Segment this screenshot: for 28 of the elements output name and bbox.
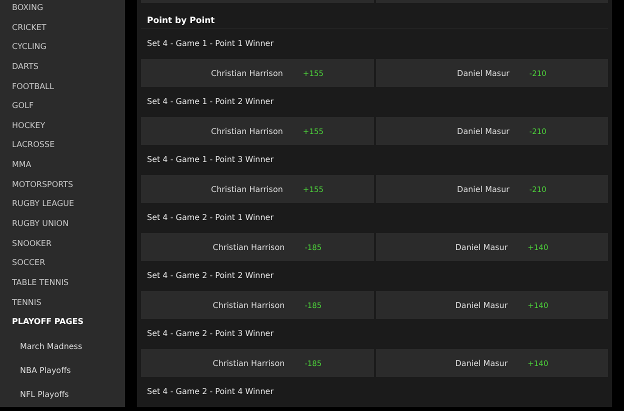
sidebar-link[interactable]: HOCKEY — [12, 118, 46, 138]
sidebar-link[interactable]: RUGBY UNION — [12, 217, 69, 237]
market-title: Set 4 - Game 2 - Point 1 Winner — [146, 212, 275, 224]
sidebar-link[interactable]: March Madness — [12, 334, 82, 359]
sidebar-link[interactable]: LACROSSE — [12, 138, 55, 158]
market-title: Set 4 - Game 1 - Point 1 Winner — [146, 38, 275, 50]
sidebar-link[interactable]: NBA Playoffs — [12, 358, 71, 383]
sidebar-link[interactable]: RUGBY LEAGUE — [12, 197, 74, 218]
sidebar-link[interactable]: FOOTBALL — [12, 80, 54, 100]
market-title: Set 4 - Game 1 - Point 3 Winner — [146, 154, 275, 166]
sidebar-link[interactable]: SNOOKER — [12, 236, 52, 256]
sidebar-link[interactable]: TENNIS — [12, 296, 42, 316]
sidebar-link[interactable]: CYCLING — [12, 40, 46, 60]
sidebar-link[interactable]: DARTS — [12, 60, 38, 80]
sidebar-heading[interactable]: PLAYOFF PAGES — [12, 315, 84, 335]
sidebar-link[interactable]: NFL Playoffs — [12, 382, 69, 407]
sidebar-link[interactable]: MMA — [12, 158, 32, 178]
section-title: Point by Point — [141, 2, 608, 29]
market-title: Set 4 - Game 2 - Point 2 Winner — [146, 270, 275, 282]
sidebar-link[interactable]: BOXING — [12, 1, 44, 21]
sidebar-link[interactable]: CRICKET — [12, 20, 46, 40]
market-title: Set 4 - Game 1 - Point 2 Winner — [146, 96, 275, 108]
sidebar-link[interactable]: GOLF — [12, 99, 34, 119]
market-title: Set 4 - Game 2 - Point 4 Winner — [146, 386, 275, 398]
sidebar-link[interactable]: MOTORSPORTS — [12, 178, 74, 198]
sidebar-link[interactable]: TABLE TENNIS — [12, 276, 69, 296]
market-title: Set 4 - Game 2 - Point 3 Winner — [146, 328, 275, 340]
sidebar-link[interactable]: SOCCER — [12, 256, 46, 276]
